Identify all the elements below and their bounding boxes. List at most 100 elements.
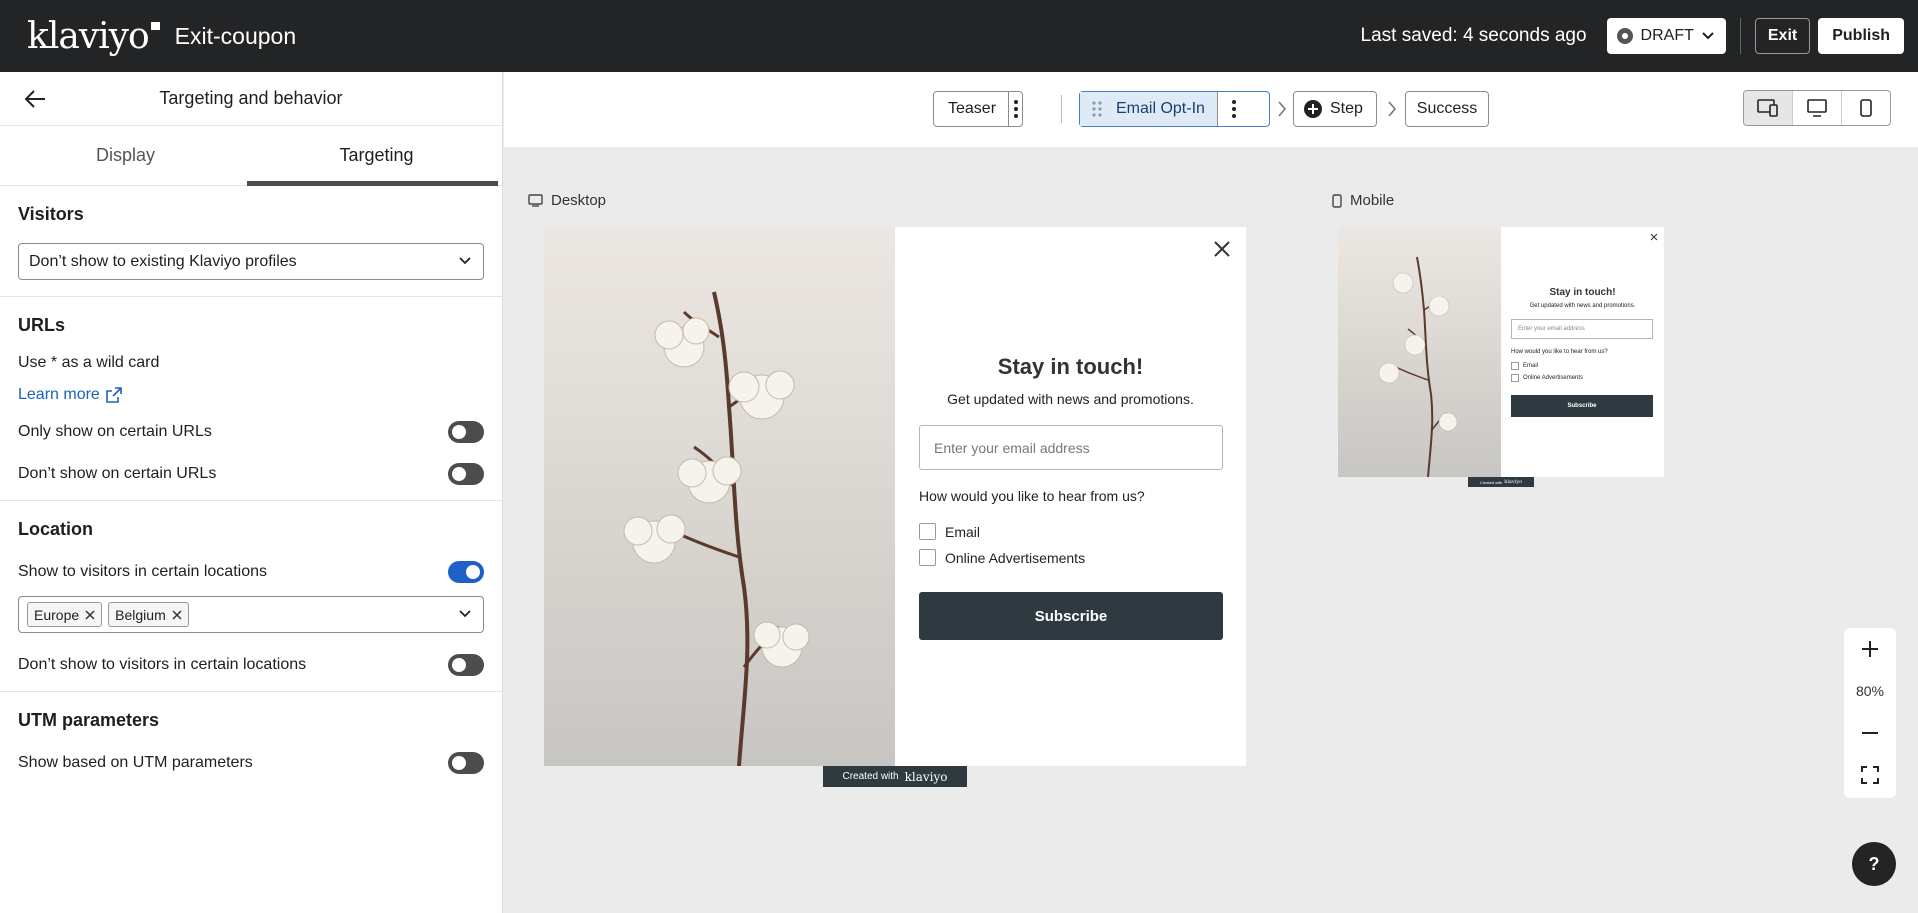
chevron-down-icon (459, 610, 471, 618)
email-option-label: Email (1523, 363, 1539, 369)
zoom-in-button[interactable] (1844, 628, 1896, 670)
close-icon[interactable] (1212, 239, 1232, 259)
fullscreen-icon (1861, 766, 1879, 784)
publish-button[interactable]: Publish (1818, 18, 1904, 54)
fullscreen-button[interactable] (1844, 754, 1896, 796)
chevron-down-icon (1702, 32, 1714, 40)
logo-text: klaviyo (27, 15, 150, 57)
plus-circle-icon (1304, 100, 1322, 118)
location-chip: Belgium (108, 602, 189, 627)
active-tab-indicator (247, 181, 498, 186)
learn-more-link[interactable]: Learn more (18, 386, 484, 404)
dont-show-locations-toggle[interactable] (448, 654, 484, 676)
utm-label: Show based on UTM parameters (18, 754, 253, 771)
help-button[interactable]: ? (1852, 842, 1896, 886)
brand-label: klaviyo (1504, 479, 1523, 485)
dont-show-urls-label: Don’t show on certain URLs (18, 465, 217, 482)
view-mobile-button[interactable] (1841, 91, 1890, 125)
brand-label: klaviyo (904, 769, 948, 784)
step-bar: Teaser Email Opt-In Step Success (504, 72, 1918, 147)
external-link-icon (106, 387, 122, 403)
learn-more-label: Learn more (18, 386, 100, 403)
form-heading: Stay in touch! (997, 354, 1144, 379)
email-optin-menu-button[interactable] (1216, 92, 1251, 126)
dont-show-urls-toggle[interactable] (448, 463, 484, 485)
teaser-label: Teaser (948, 100, 997, 117)
desktop-label: Desktop (551, 192, 607, 209)
draft-status-icon (1616, 28, 1633, 44)
panel-title: Targeting and behavior (159, 88, 343, 108)
form-title[interactable]: Exit-coupon (175, 23, 296, 50)
email-optin-step[interactable]: Email Opt-In (1079, 91, 1270, 127)
mobile-label: Mobile (1350, 192, 1395, 209)
locations-multiselect[interactable]: Europe Belgium (18, 596, 484, 633)
mobile-frame-label: Mobile (1332, 192, 1394, 209)
view-both-button[interactable] (1744, 91, 1792, 125)
ads-option[interactable]: Online Advertisements (1511, 374, 1583, 382)
only-show-urls-toggle[interactable] (448, 421, 484, 443)
chevron-right-icon (1278, 101, 1287, 117)
close-icon[interactable] (85, 609, 95, 620)
exit-button[interactable]: Exit (1754, 18, 1811, 54)
status-dropdown[interactable]: DRAFT (1606, 18, 1726, 54)
location-chip: Europe (27, 602, 103, 627)
email-field[interactable]: Enter your email address (1511, 319, 1653, 339)
created-with-label: Created with (842, 771, 899, 782)
panel-tabs: Display Targeting (0, 126, 502, 186)
visitors-select[interactable]: Don’t show to existing Klaviyo profiles (18, 243, 484, 280)
ads-checkbox[interactable] (919, 549, 936, 566)
ads-option[interactable]: Online Advertisements (919, 549, 1085, 566)
close-icon[interactable] (172, 609, 182, 620)
teaser-menu-button[interactable] (1008, 92, 1022, 126)
add-step-button[interactable]: Step (1293, 91, 1377, 127)
mobile-icon (1332, 193, 1342, 208)
show-locations-label: Show to visitors in certain locations (18, 563, 267, 580)
created-with-badge: Created with klaviyo (1468, 477, 1534, 487)
plus-icon (1862, 641, 1878, 657)
view-mode-toggle (1743, 90, 1891, 126)
ads-checkbox[interactable] (1511, 374, 1519, 382)
status-label: DRAFT (1640, 27, 1694, 44)
desktop-mobile-icon (1757, 99, 1778, 117)
email-field[interactable]: Enter your email address (919, 425, 1223, 470)
email-checkbox[interactable] (1511, 362, 1519, 370)
tab-display[interactable]: Display (0, 126, 251, 185)
back-arrow-icon[interactable] (24, 89, 46, 109)
desktop-icon (1807, 99, 1827, 117)
preview-canvas: Teaser Email Opt-In Step Success Desktop… (504, 72, 1918, 913)
created-with-badge: Created with klaviyo (823, 766, 967, 787)
view-desktop-button[interactable] (1792, 91, 1841, 125)
drag-handle-icon[interactable] (1092, 101, 1102, 117)
wildcard-hint: Use * as a wild card (18, 354, 160, 371)
last-saved-status: Last saved: 4 seconds ago (1360, 25, 1587, 46)
show-locations-toggle[interactable] (448, 561, 484, 583)
email-checkbox[interactable] (919, 523, 936, 540)
form-heading: Stay in touch! (1549, 287, 1616, 298)
kebab-icon (1228, 100, 1240, 118)
chip-label: Belgium (115, 606, 166, 623)
cotton-flower-image (544, 227, 895, 766)
utm-toggle[interactable] (448, 752, 484, 774)
success-step[interactable]: Success (1405, 91, 1489, 127)
klaviyo-logo[interactable]: klaviyo (27, 15, 160, 57)
cotton-branch-illustration (1378, 256, 1458, 477)
urls-title: URLs (18, 315, 66, 335)
tab-targeting[interactable]: Targeting (251, 126, 502, 185)
zoom-controls: 80% (1844, 628, 1896, 798)
desktop-frame-label: Desktop (528, 192, 606, 209)
chevron-down-icon (459, 257, 471, 265)
teaser-step[interactable]: Teaser (933, 91, 1023, 127)
email-optin-tab[interactable]: Email Opt-In (1080, 92, 1217, 126)
ads-option-label: Online Advertisements (1523, 375, 1584, 381)
utm-row: Show based on UTM parameters (18, 749, 484, 777)
visitors-section: Visitors Don’t show to existing Klaviyo … (0, 186, 502, 297)
email-option[interactable]: Email (919, 523, 980, 540)
subscribe-button[interactable]: Subscribe (919, 592, 1223, 640)
email-option[interactable]: Email (1511, 362, 1538, 370)
location-section: Location Show to visitors in certain loc… (0, 501, 502, 692)
only-show-urls-row: Only show on certain URLs (18, 418, 484, 446)
close-icon[interactable] (1650, 233, 1658, 241)
subscribe-button[interactable]: Subscribe (1511, 395, 1653, 417)
zoom-out-button[interactable] (1844, 712, 1896, 754)
email-option-label: Email (945, 523, 981, 540)
